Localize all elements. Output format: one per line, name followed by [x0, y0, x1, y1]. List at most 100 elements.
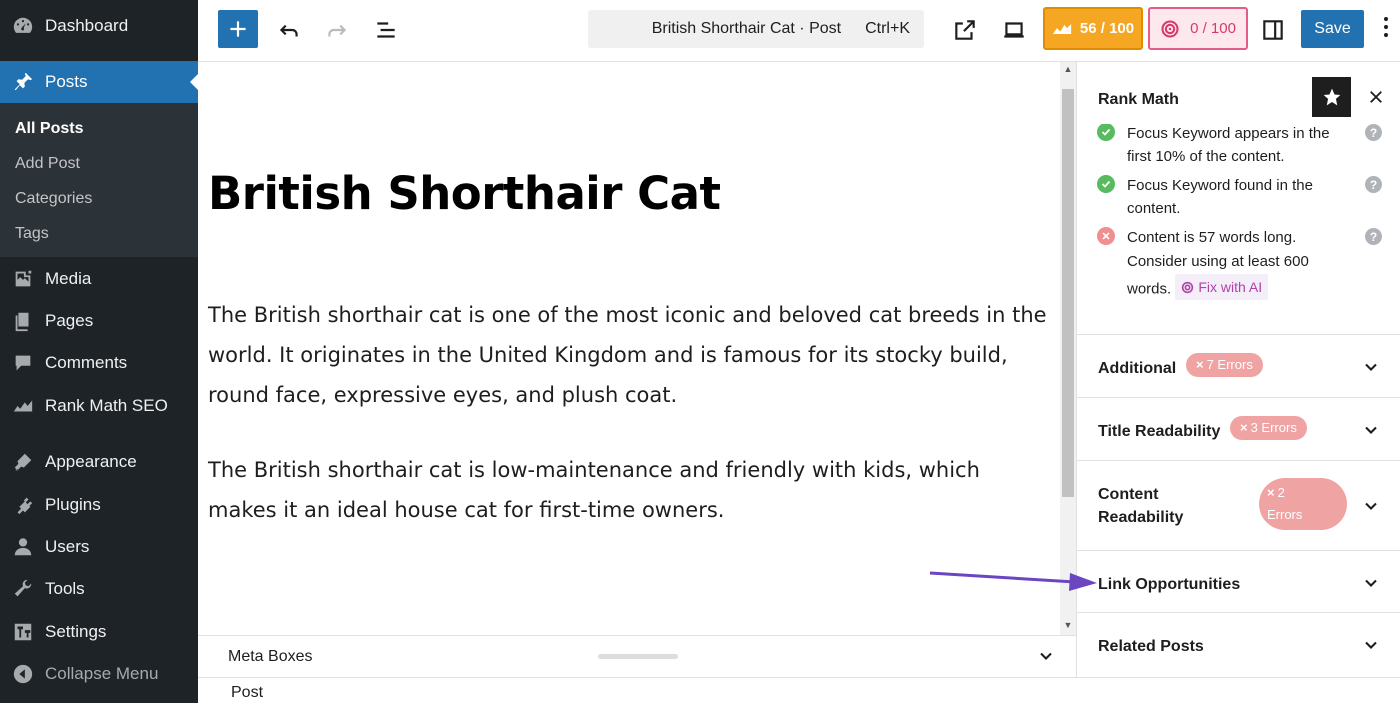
view-post-button[interactable] [950, 15, 980, 45]
add-block-button[interactable] [218, 10, 258, 48]
rank-math-panel: Focus Keyword appears in the first 10% o… [1076, 62, 1400, 677]
submenu-categories[interactable]: Categories [15, 190, 92, 208]
list-view-icon [377, 22, 395, 38]
desktop-icon [1004, 22, 1024, 38]
section-link-opportunities[interactable]: Link Opportunities [1077, 550, 1400, 612]
menu-label: Users [45, 537, 90, 556]
pin-icon [11, 70, 35, 94]
menu-item-appearance[interactable]: Appearance [0, 441, 198, 483]
editor-scrollbar-thumb[interactable] [1062, 89, 1074, 497]
redo-icon [328, 24, 347, 37]
menu-item-pages[interactable]: Pages [0, 300, 198, 342]
breadcrumb[interactable]: Post [231, 684, 263, 702]
content-ai-icon [1182, 281, 1194, 293]
section-content-readability[interactable]: Content Readability × 2 Errors [1077, 460, 1400, 550]
chevron-down-icon[interactable] [1036, 646, 1056, 666]
collapse-menu-button[interactable]: Collapse Menu [0, 653, 198, 695]
meta-boxes-label: Meta Boxes [228, 648, 313, 665]
menu-item-settings[interactable]: Settings [0, 611, 198, 653]
rankmath-score-icon [1052, 23, 1072, 34]
chevron-down-icon[interactable] [1361, 496, 1381, 516]
panel-header: Rank Math [1077, 62, 1400, 124]
menu-label: Posts [45, 72, 88, 91]
external-link-icon [955, 20, 975, 40]
section-title: Link Opportunities [1098, 576, 1241, 593]
check-success-icon [1097, 175, 1115, 193]
post-title[interactable]: British Shorthair Cat [208, 167, 721, 220]
posts-submenu: All Posts Add Post Categories Tags [0, 103, 198, 257]
content-ai-icon [1161, 19, 1179, 38]
editor-toolbar: British Shorthair Cat · Post Ctrl+K 56 /… [198, 0, 1400, 62]
check-text: Focus Keyword found in the content. [1127, 177, 1313, 217]
content-ai-score-button[interactable]: 0 / 100 [1148, 7, 1248, 50]
menu-label: Rank Math SEO [45, 396, 168, 415]
menu-item-comments[interactable]: Comments [0, 342, 198, 384]
settings-sidebar-toggle[interactable] [1258, 15, 1288, 45]
vertical-ellipsis-icon [1384, 17, 1388, 37]
document-overview-button[interactable] [371, 15, 401, 45]
menu-item-tools[interactable]: Tools [0, 568, 198, 610]
check-text: Content is 57 words long. Consider using… [1127, 226, 1352, 302]
menu-item-users[interactable]: Users [0, 526, 198, 568]
preview-device-button[interactable] [999, 15, 1029, 45]
section-title: Title Readability [1098, 423, 1221, 440]
menu-item-plugins[interactable]: Plugins [0, 484, 198, 526]
menu-label: Tools [45, 579, 85, 598]
redo-button[interactable] [322, 15, 352, 45]
command-palette-bar[interactable]: British Shorthair Cat · Post Ctrl+K [588, 10, 924, 48]
chevron-down-icon[interactable] [1361, 573, 1381, 593]
more-options-button[interactable] [1383, 16, 1389, 44]
sidebar-panel-icon [1263, 20, 1283, 40]
media-icon [11, 267, 35, 291]
error-badge: × 7 Errors [1186, 353, 1263, 377]
comments-icon [11, 351, 35, 375]
paragraph-block[interactable]: The British shorthair cat is one of the … [208, 295, 1053, 415]
menu-label: Appearance [45, 452, 137, 471]
submenu-tags[interactable]: Tags [15, 225, 49, 243]
resize-handle[interactable] [598, 654, 678, 659]
help-icon[interactable]: ? [1365, 176, 1382, 193]
close-icon [1370, 91, 1382, 103]
settings-icon [11, 620, 35, 644]
editor-canvas[interactable]: British Shorthair Cat The British shorth… [198, 62, 1076, 635]
close-panel-button[interactable] [1365, 86, 1387, 108]
section-additional[interactable]: Additional × 7 Errors [1077, 334, 1400, 397]
chevron-down-icon[interactable] [1361, 635, 1381, 655]
menu-label: Comments [45, 353, 128, 372]
paragraph-block[interactable]: The British shorthair cat is low-mainten… [208, 450, 1053, 530]
seo-score-button[interactable]: 56 / 100 [1043, 7, 1143, 50]
help-icon[interactable]: ? [1365, 124, 1382, 141]
check-success-icon [1097, 123, 1115, 141]
section-title-readability[interactable]: Title Readability × 3 Errors [1077, 397, 1400, 460]
help-icon[interactable]: ? [1365, 228, 1382, 245]
menu-item-posts[interactable]: Posts [0, 61, 198, 103]
menu-item-rank-math-seo[interactable]: Rank Math SEO [0, 385, 198, 427]
meta-boxes-panel[interactable]: Meta Boxes [198, 635, 1076, 677]
star-icon [1323, 88, 1340, 106]
chevron-down-icon[interactable] [1361, 357, 1381, 377]
favorite-button[interactable] [1312, 77, 1351, 117]
menu-item-dashboard[interactable]: Dashboard [0, 5, 198, 47]
panel-title: Rank Math [1098, 91, 1179, 108]
chevron-down-icon[interactable] [1361, 420, 1381, 440]
section-related-posts[interactable]: Related Posts [1077, 612, 1400, 677]
submenu-add-post[interactable]: Add Post [15, 155, 80, 173]
menu-label: Plugins [45, 495, 101, 514]
fix-with-ai-button[interactable]: Fix with AI [1175, 274, 1269, 300]
check-text: Focus Keyword appears in the first 10% o… [1127, 125, 1330, 165]
undo-button[interactable] [274, 15, 304, 45]
menu-label: Pages [45, 311, 94, 330]
save-button[interactable]: Save [1301, 10, 1364, 48]
submenu-all-posts[interactable]: All Posts [15, 120, 83, 138]
plus-icon [230, 21, 246, 37]
menu-label: Media [45, 269, 92, 288]
admin-sidebar: Dashboard Posts All Posts Add Post Categ… [0, 0, 198, 703]
scroll-up-arrow-icon[interactable]: ▲ [1063, 64, 1073, 74]
ai-score-value: 0 / 100 [1190, 20, 1236, 37]
users-icon [11, 535, 35, 559]
scroll-down-arrow-icon[interactable]: ▼ [1063, 620, 1073, 630]
undo-icon [279, 24, 298, 37]
seo-score-value: 56 / 100 [1079, 20, 1135, 37]
section-title: Additional [1098, 360, 1177, 377]
menu-item-media[interactable]: Media [0, 258, 198, 300]
